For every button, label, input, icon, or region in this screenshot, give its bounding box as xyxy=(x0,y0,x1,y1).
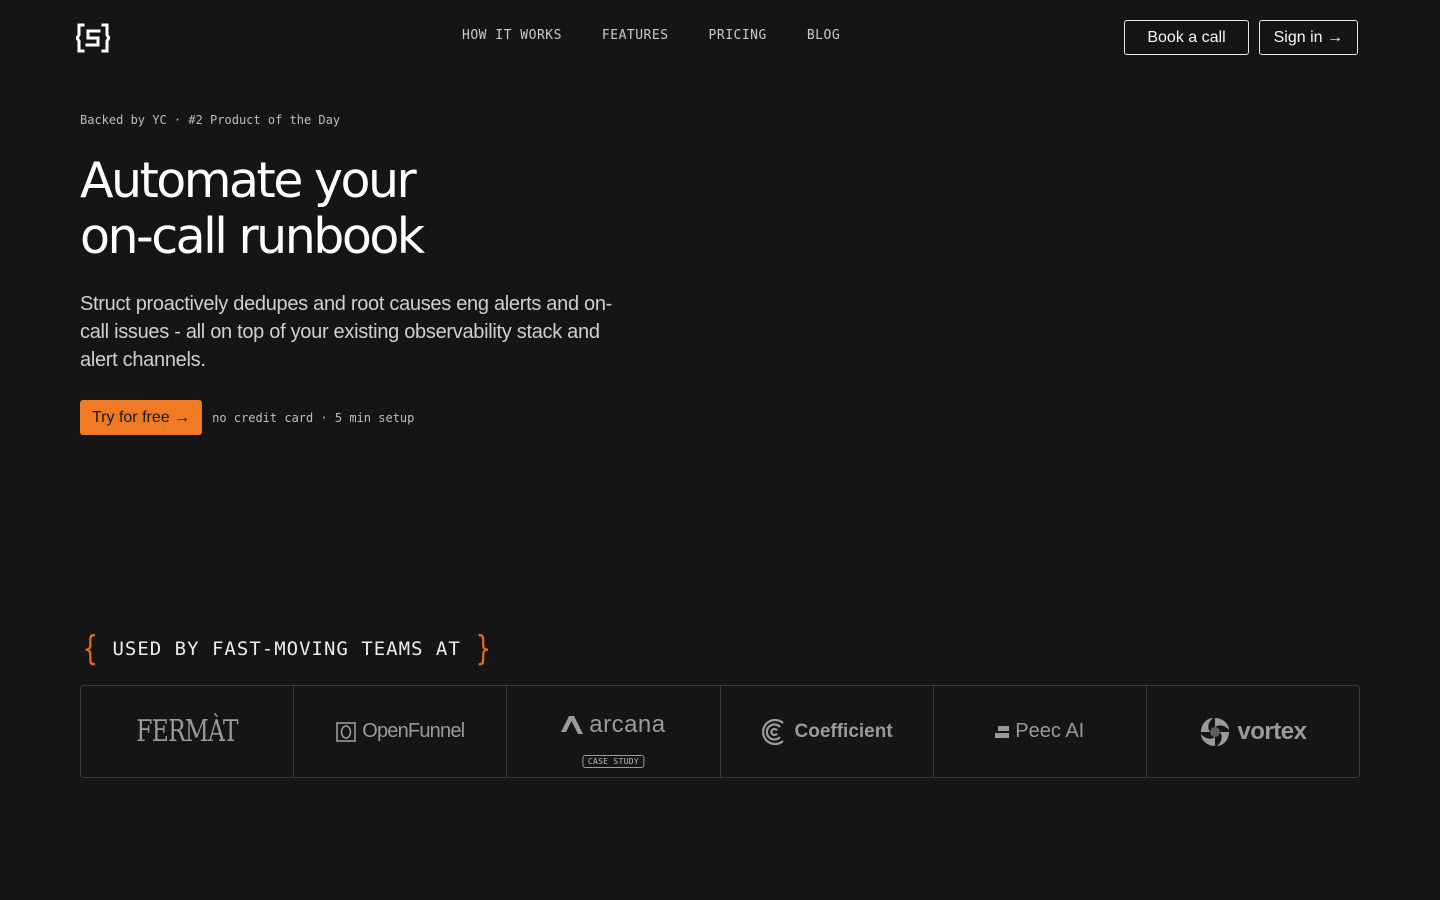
hero-title-line-1: Automate your xyxy=(80,152,417,209)
try-for-free-button[interactable]: Try for free → xyxy=(80,400,203,435)
customer-logo-arcana[interactable]: arcana CASE STUDY xyxy=(507,686,721,777)
left-brace-icon: { xyxy=(83,629,98,669)
peec-ai-icon xyxy=(995,725,1010,738)
customer-logo-openfunnel[interactable]: OpenFunnel xyxy=(294,686,508,777)
customer-logo-peec-ai[interactable]: Peec AI xyxy=(934,686,1147,777)
nav-how-it-works[interactable]: HOW IT WORKS xyxy=(462,28,562,43)
coefficient-icon xyxy=(761,718,784,745)
openfunnel-wordmark: OpenFunnel xyxy=(362,720,465,742)
nav-features[interactable]: FEATURES xyxy=(602,28,669,43)
vortex-swirl-icon xyxy=(1201,717,1230,746)
right-brace-icon: } xyxy=(475,629,491,669)
nav-pricing[interactable]: PRICING xyxy=(709,28,767,43)
main-nav: HOW IT WORKS FEATURES PRICING BLOG xyxy=(462,28,840,43)
openfunnel-icon xyxy=(336,721,357,742)
openfunnel-brand: OpenFunnel xyxy=(336,720,465,743)
hero-eyebrow: Backed by YC · #2 Product of the Day xyxy=(80,113,341,127)
customer-logo-coefficient[interactable]: Coefficient xyxy=(721,686,934,777)
customer-logo-strip: FERMÀT OpenFunnel arcana CASE STUDY Coef… xyxy=(80,685,1360,778)
arcana-wordmark: arcana xyxy=(589,710,666,738)
hero-title-line-2: on-call runbook xyxy=(80,208,425,265)
hero-subtitle: Struct proactively dedupes and root caus… xyxy=(80,293,613,371)
nav-blog[interactable]: BLOG xyxy=(807,28,840,43)
peec-ai-brand: Peec AI xyxy=(995,720,1084,743)
vortex-wordmark: vortex xyxy=(1237,717,1307,745)
coefficient-brand: Coefficient xyxy=(761,717,893,747)
site-header: HOW IT WORKS FEATURES PRICING BLOG Book … xyxy=(0,0,1440,76)
coefficient-wordmark: Coefficient xyxy=(794,720,893,742)
arcana-icon xyxy=(561,715,584,734)
book-call-button[interactable]: Book a call xyxy=(1124,20,1249,55)
cta-note: no credit card · 5 min setup xyxy=(212,410,415,425)
fermat-wordmark: FERMÀT xyxy=(136,714,238,749)
cta-row: Try for free → no credit card · 5 min se… xyxy=(80,400,414,435)
case-study-badge[interactable]: CASE STUDY xyxy=(582,755,645,768)
sign-in-button[interactable]: Sign in → xyxy=(1258,20,1358,55)
hero-title: Automate your on-call runbook xyxy=(80,153,680,265)
customers-heading: { USED BY FAST-MOVING TEAMS AT } xyxy=(80,632,493,666)
customer-logo-fermat[interactable]: FERMÀT xyxy=(81,686,295,777)
peec-ai-wordmark: Peec AI xyxy=(1015,720,1085,742)
customer-logo-vortex[interactable]: vortex xyxy=(1147,686,1359,777)
arcana-brand: arcana xyxy=(561,711,665,739)
vortex-brand: vortex xyxy=(1199,716,1307,748)
struct-logo-icon[interactable] xyxy=(75,22,111,54)
header-actions: Book a call Sign in → xyxy=(1124,20,1358,55)
customers-heading-label: USED BY FAST-MOVING TEAMS AT xyxy=(112,638,461,660)
